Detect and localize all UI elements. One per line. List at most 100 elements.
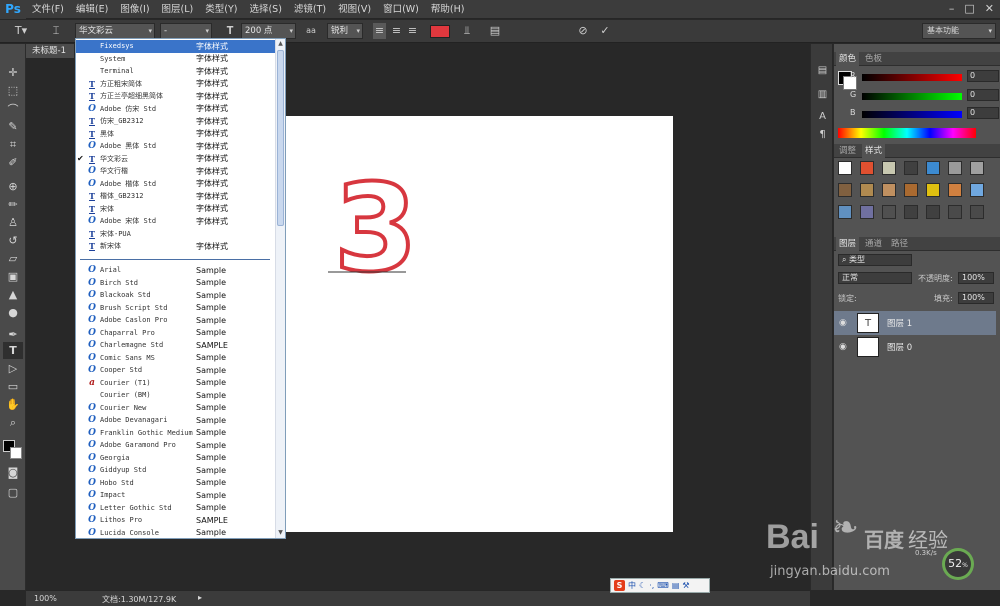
font-list-item[interactable]: O Comic Sans MS Sample — [76, 352, 276, 365]
crop-tool-icon[interactable]: ⌗ — [3, 136, 23, 153]
style-swatch[interactable] — [904, 183, 918, 197]
quick-select-tool-icon[interactable]: ✎ — [3, 118, 23, 135]
background-color[interactable] — [10, 447, 22, 459]
healing-brush-tool-icon[interactable]: ⊕ — [3, 178, 23, 195]
tab-color[interactable]: 颜色 — [836, 52, 860, 66]
type-tool-icon[interactable]: T — [3, 342, 23, 359]
document-tab[interactable]: 未标题-1 — [26, 44, 74, 58]
skin-icon[interactable]: ▤ — [672, 581, 680, 590]
font-list-item[interactable]: O Letter Gothic Std Sample — [76, 502, 276, 515]
minimize-icon[interactable]: – — [949, 2, 955, 15]
align-left-icon[interactable]: ≡ — [373, 23, 386, 39]
zoom-level[interactable]: 100% — [34, 594, 57, 603]
text-color-swatch[interactable] — [430, 25, 450, 38]
font-list-item[interactable]: O Adobe Garamond Pro Sample — [76, 439, 276, 452]
tab-adjustments[interactable]: 调整 — [836, 144, 859, 158]
lasso-tool-icon[interactable]: ⌒ — [3, 100, 23, 117]
eyedropper-tool-icon[interactable]: ✐ — [3, 154, 23, 171]
style-swatch[interactable] — [882, 183, 896, 197]
font-size-select[interactable]: 200 点 ▾ — [241, 23, 296, 39]
green-value[interactable]: 0 — [967, 89, 999, 101]
font-list-item[interactable]: O Chaparral Pro Sample — [76, 327, 276, 340]
font-list-item[interactable]: T 宋体 字体样式 — [76, 203, 276, 216]
eraser-tool-icon[interactable]: ▱ — [3, 250, 23, 267]
scroll-up-icon[interactable]: ▲ — [276, 39, 285, 49]
style-swatch[interactable] — [970, 161, 984, 175]
red-slider[interactable]: R 0 — [850, 70, 999, 82]
style-swatch[interactable] — [970, 205, 984, 219]
character-panel-icon[interactable]: ▤ — [488, 23, 502, 39]
font-list-item[interactable]: O Cooper Std Sample — [76, 364, 276, 377]
move-tool-icon[interactable]: ✛ — [3, 64, 23, 81]
font-list-item[interactable]: O Adobe Devanagari Sample — [76, 414, 276, 427]
paragraph-panel-icon[interactable]: ¶ — [816, 128, 829, 141]
font-list-item[interactable]: O Adobe Caslon Pro Sample — [76, 314, 276, 327]
blend-mode-select[interactable]: 正常 — [838, 272, 912, 284]
properties-panel-icon[interactable]: ▥ — [816, 88, 829, 101]
menu-item[interactable]: 类型(Y) — [199, 0, 243, 19]
commit-icon[interactable]: ✓ — [598, 23, 612, 39]
tab-paths[interactable]: 路径 — [888, 237, 911, 251]
color-spectrum[interactable] — [838, 128, 976, 138]
menu-item[interactable]: 滤镜(T) — [288, 0, 332, 19]
ime-language[interactable]: 中 — [628, 580, 636, 591]
style-swatch[interactable] — [926, 205, 940, 219]
hand-tool-icon[interactable]: ✋ — [3, 396, 23, 413]
menu-item[interactable]: 帮助(H) — [425, 0, 471, 19]
font-list-item[interactable]: O Charlemagne Std SAMPLE — [76, 339, 276, 352]
status-menu-arrow-icon[interactable]: ▸ — [198, 593, 202, 602]
tools-icon[interactable]: ⚒ — [682, 581, 689, 590]
font-family-select[interactable]: 华文彩云 ▾ — [75, 23, 155, 39]
dodge-tool-icon[interactable]: ● — [3, 304, 23, 321]
type-tool-icon[interactable]: T▾ — [12, 23, 30, 39]
font-list-item[interactable]: Terminal 字体样式 — [76, 65, 276, 78]
path-select-tool-icon[interactable]: ▷ — [3, 360, 23, 377]
menu-item[interactable]: 选择(S) — [243, 0, 287, 19]
style-swatch[interactable] — [904, 205, 918, 219]
visibility-eye-icon[interactable]: ◉ — [839, 342, 847, 352]
warp-text-icon[interactable]: ⫫ — [460, 23, 474, 39]
font-list-item[interactable]: O Courier New Sample — [76, 402, 276, 415]
cancel-icon[interactable]: ⊘ — [576, 23, 590, 39]
history-brush-tool-icon[interactable]: ↺ — [3, 232, 23, 249]
style-swatch[interactable] — [948, 205, 962, 219]
tab-layers[interactable]: 图层 — [836, 237, 860, 251]
font-list-item[interactable]: T 宋体-PUA — [76, 228, 276, 241]
style-swatch[interactable] — [860, 205, 874, 219]
style-swatch[interactable] — [882, 205, 896, 219]
font-list-item[interactable]: O Lucida Console Sample — [76, 527, 276, 539]
style-swatch[interactable] — [948, 183, 962, 197]
font-list-item[interactable]: T 黑体 字体样式 — [76, 128, 276, 141]
green-slider[interactable]: G 0 — [850, 89, 999, 101]
style-swatch[interactable] — [970, 183, 984, 197]
keyboard-icon[interactable]: ⌨ — [657, 581, 669, 590]
pen-tool-icon[interactable]: ✒ — [3, 326, 23, 343]
style-swatch[interactable] — [838, 205, 852, 219]
align-right-icon[interactable]: ≡ — [406, 23, 419, 39]
menu-item[interactable]: 图像(I) — [114, 0, 155, 19]
style-swatch[interactable] — [948, 161, 962, 175]
blue-value[interactable]: 0 — [967, 107, 999, 119]
ime-logo-icon[interactable]: S — [614, 580, 625, 591]
antialias-select[interactable]: 锐利 ▾ — [327, 23, 363, 39]
menu-item[interactable]: 文件(F) — [26, 0, 70, 19]
menu-item[interactable]: 视图(V) — [332, 0, 377, 19]
punctuation-icon[interactable]: ·, — [649, 581, 654, 590]
font-list-item[interactable]: System 字体样式 — [76, 53, 276, 66]
font-list-item[interactable]: O Blackoak Std Sample — [76, 289, 276, 302]
font-list-item[interactable]: Courier (BM) Sample — [76, 389, 276, 402]
style-swatch[interactable] — [838, 161, 852, 175]
font-list-item[interactable]: O Impact Sample — [76, 489, 276, 502]
font-list-item[interactable]: O Georgia Sample — [76, 452, 276, 465]
dropdown-scrollbar[interactable]: ▲ ▼ — [275, 39, 285, 538]
font-list-item[interactable]: T 楷体_GB2312 字体样式 — [76, 190, 276, 203]
font-list-item[interactable]: T 方正兰亭超细黑简体 字体样式 — [76, 90, 276, 103]
menu-item[interactable]: 图层(L) — [156, 0, 200, 19]
menu-item[interactable]: 编辑(E) — [70, 0, 114, 19]
workspace-select[interactable]: 基本功能 ▾ — [922, 23, 996, 39]
font-style-select[interactable]: - ▾ — [160, 23, 212, 39]
font-list-item[interactable]: O Birch Std Sample — [76, 277, 276, 290]
document-canvas[interactable]: 3 — [286, 116, 673, 532]
font-list-item[interactable]: O 华文行楷 字体样式 — [76, 165, 276, 178]
font-list-item[interactable]: T 方正粗宋简体 字体样式 — [76, 78, 276, 91]
